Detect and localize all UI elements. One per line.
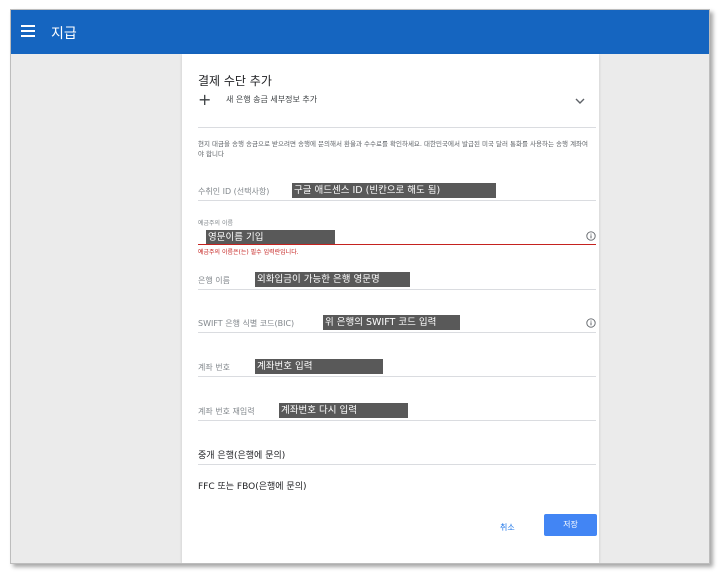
- payment-method-card: 결제 수단 추가 + 새 은행 송금 세부정보 추가 현지 대금을 송행 송금으…: [182, 54, 599, 563]
- info-text: 현지 대금을 송행 송금으로 받으려면 송행에 문의해서 환율과 수수료를 확인…: [198, 140, 589, 158]
- top-app-bar: 지급: [11, 10, 709, 54]
- account-number-confirm-annotation: 계좌번호 다시 입력: [279, 403, 408, 418]
- info-icon[interactable]: [586, 318, 596, 328]
- payee-id-label: 수취인 ID (선택사항): [198, 187, 270, 196]
- swift-label: SWIFT 은행 식별 코드(BIC): [198, 319, 295, 328]
- info-icon[interactable]: [586, 231, 596, 241]
- swift-input[interactable]: [198, 332, 596, 333]
- intermediary-bank-label[interactable]: 중개 은행(은행에 문의): [198, 448, 285, 461]
- add-bank-transfer-row[interactable]: + 새 은행 송금 세부정보 추가: [182, 90, 599, 114]
- payee-id-input[interactable]: [198, 200, 596, 201]
- account-number-confirm-input[interactable]: [198, 420, 596, 421]
- card-title: 결제 수단 추가: [198, 74, 272, 88]
- ffc-fbo-label[interactable]: FFC 또는 FBO(은행에 문의): [198, 479, 306, 492]
- cancel-button[interactable]: 취소: [500, 522, 515, 533]
- save-button[interactable]: 저장: [544, 514, 597, 536]
- add-bank-transfer-label: 새 은행 송금 세부정보 추가: [226, 95, 318, 104]
- menu-icon[interactable]: [21, 25, 35, 37]
- bank-name-annotation: 외화입금이 가능한 은행 영문명: [255, 272, 410, 287]
- screenshot-frame: 지급 결제 수단 추가 + 새 은행 송금 세부정보 추가 현지 대금을 송행 …: [10, 9, 710, 564]
- divider: [198, 464, 596, 465]
- chevron-down-icon[interactable]: [574, 95, 586, 107]
- bank-name-input[interactable]: [198, 289, 596, 290]
- plus-icon: +: [198, 90, 212, 109]
- account-number-annotation: 계좌번호 입력: [255, 359, 383, 374]
- payee-id-annotation: 구글 애드센스 ID (빈칸으로 해도 됨): [292, 183, 496, 198]
- app-title: 지급: [51, 26, 77, 42]
- account-holder-input[interactable]: [198, 244, 596, 245]
- account-holder-annotation: 영문이름 기입: [206, 230, 335, 245]
- account-number-input[interactable]: [198, 376, 596, 377]
- account-number-label: 계좌 번호: [198, 363, 230, 372]
- account-holder-error: 예금주의 이름은(는) 필수 입력란입니다.: [198, 249, 299, 256]
- bank-name-label: 은행 이름: [198, 276, 230, 285]
- account-holder-label: 예금주의 이름: [198, 220, 234, 227]
- swift-annotation: 위 은행의 SWIFT 코드 입력: [323, 315, 460, 330]
- account-number-confirm-label: 계좌 번호 재입력: [198, 407, 255, 416]
- divider: [198, 127, 596, 128]
